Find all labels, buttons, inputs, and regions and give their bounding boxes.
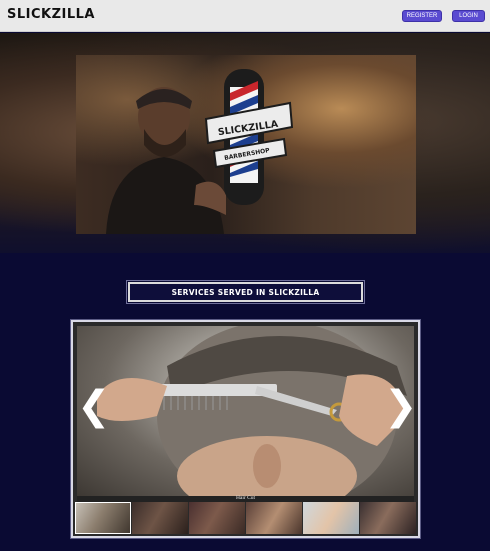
carousel-prev-button[interactable]: ❮ bbox=[77, 384, 111, 428]
register-button[interactable]: REGISTER bbox=[402, 10, 442, 22]
chevron-right-icon: ❯ bbox=[384, 383, 418, 429]
carousel-thumbnail[interactable] bbox=[360, 502, 416, 534]
carousel-thumbnail[interactable] bbox=[189, 502, 245, 534]
carousel-thumbnail[interactable] bbox=[132, 502, 188, 534]
services-heading: SERVICES SERVED IN SLICKZILLA bbox=[126, 280, 365, 304]
barbershop-logo: SLICKZILLA BARBERSHOP bbox=[204, 67, 294, 207]
chevron-left-icon: ❮ bbox=[77, 383, 111, 429]
haircut-illustration bbox=[97, 326, 407, 496]
carousel-thumbnail[interactable] bbox=[303, 502, 359, 534]
top-navbar: SLICKZILLA REGISTER LOGIN bbox=[0, 0, 490, 32]
services-carousel: ❮ ❯ Hair Cut bbox=[71, 320, 420, 538]
carousel-thumbnails bbox=[75, 502, 416, 534]
hero-barbershop-image: SLICKZILLA BARBERSHOP bbox=[76, 55, 416, 234]
hero-section: SLICKZILLA BARBERSHOP bbox=[0, 33, 490, 253]
carousel-thumbnail[interactable] bbox=[246, 502, 302, 534]
carousel-caption: Hair Cut bbox=[235, 495, 256, 501]
carousel-thumbnail[interactable] bbox=[75, 502, 131, 534]
carousel-next-button[interactable]: ❯ bbox=[384, 384, 418, 428]
carousel-slide-image bbox=[77, 326, 414, 496]
brand-logo[interactable]: SLICKZILLA bbox=[7, 7, 95, 22]
login-button[interactable]: LOGIN bbox=[452, 10, 485, 22]
